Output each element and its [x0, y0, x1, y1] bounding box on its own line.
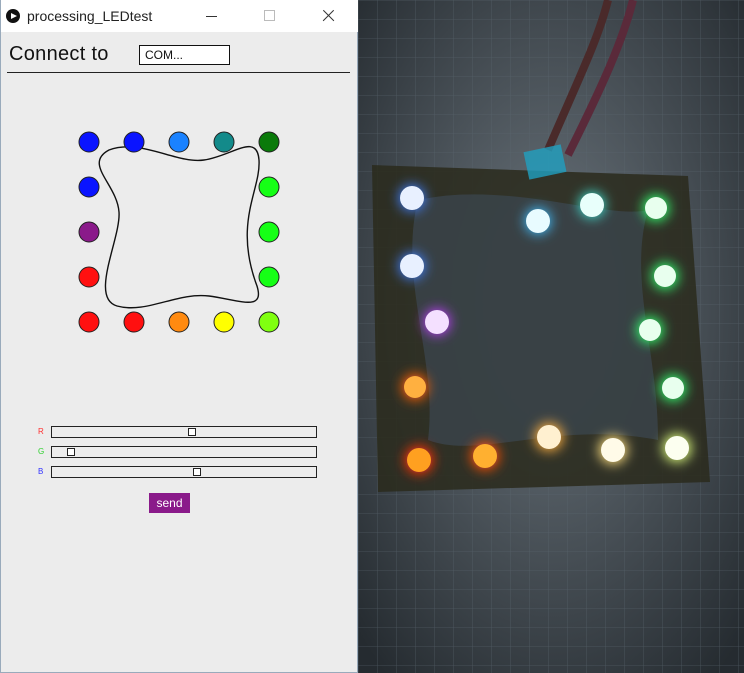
slider-thumb[interactable] — [67, 448, 75, 456]
slider-label-green: G — [38, 447, 45, 456]
led-dot[interactable] — [78, 176, 100, 198]
slider-label-blue: B — [38, 467, 44, 476]
led-dot[interactable] — [258, 266, 280, 288]
led-dot[interactable] — [258, 176, 280, 198]
led-dot[interactable] — [258, 221, 280, 243]
led-dot[interactable] — [168, 311, 190, 333]
close-button[interactable] — [305, 0, 351, 32]
maximize-button[interactable] — [247, 0, 293, 32]
led-dot[interactable] — [258, 311, 280, 333]
slider-red[interactable] — [51, 426, 317, 438]
led-dot[interactable] — [123, 311, 145, 333]
connect-label: Connect to — [9, 43, 109, 65]
led-preview — [78, 131, 280, 333]
processing-play-icon — [6, 9, 20, 23]
slider-thumb[interactable] — [193, 468, 201, 476]
processing-window: processing_LEDtest Connect to COM... R G B… — [0, 0, 358, 673]
header-divider — [7, 72, 350, 73]
led-dot[interactable] — [213, 311, 235, 333]
window-title: processing_LEDtest — [27, 8, 153, 24]
led-dot[interactable] — [78, 311, 100, 333]
board-outline — [98, 146, 260, 309]
slider-blue[interactable] — [51, 466, 317, 478]
title-bar[interactable]: processing_LEDtest — [1, 0, 358, 32]
led-dot[interactable] — [78, 266, 100, 288]
slider-label-red: R — [38, 427, 44, 436]
led-dot[interactable] — [168, 131, 190, 153]
led-dot[interactable] — [213, 131, 235, 153]
slider-thumb[interactable] — [188, 428, 196, 436]
led-ring-photo — [358, 0, 744, 673]
com-port-field[interactable]: COM... — [139, 45, 230, 65]
slider-green[interactable] — [51, 446, 317, 458]
led-dot[interactable] — [258, 131, 280, 153]
led-dot[interactable] — [123, 131, 145, 153]
minimize-button[interactable] — [189, 0, 235, 32]
led-dot[interactable] — [78, 131, 100, 153]
send-button[interactable]: send — [149, 493, 190, 513]
led-dot[interactable] — [78, 221, 100, 243]
